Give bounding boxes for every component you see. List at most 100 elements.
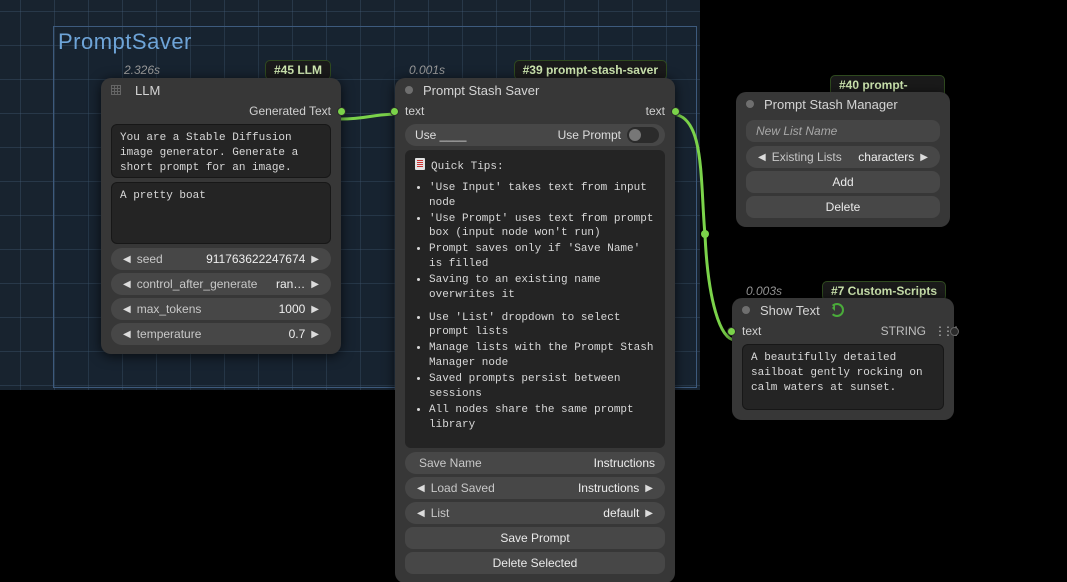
badge-stash-saver: #39 prompt-stash-saver — [514, 60, 667, 80]
chevron-right-icon[interactable]: ▶ — [305, 329, 321, 340]
tips-list-a: 'Use Input' takes text from input node '… — [415, 181, 655, 303]
toggle-left-label: Use ____ — [415, 128, 466, 142]
toggle-switch[interactable] — [627, 127, 659, 143]
toggle-knob-icon — [629, 129, 641, 141]
system-prompt-box[interactable]: You are a Stable Diffusion image generat… — [111, 124, 331, 178]
chevron-right-icon[interactable]: ▶ — [639, 483, 655, 494]
in-port-label: text — [405, 104, 424, 118]
widget-label: Load Saved — [427, 481, 578, 495]
node-header-llm[interactable]: LLM — [101, 78, 341, 102]
group-title[interactable]: PromptSaver — [58, 29, 192, 55]
chevron-right-icon[interactable]: ▶ — [639, 508, 655, 519]
node-header[interactable]: Prompt Stash Saver — [395, 78, 675, 102]
node-prompt-stash-saver[interactable]: Prompt Stash Saver text text Use ____ Us… — [395, 78, 675, 582]
node-status-dot-icon — [405, 86, 413, 94]
node-title: Prompt Stash Saver — [423, 83, 539, 98]
quick-tips-box: Quick Tips: 'Use Input' takes text from … — [405, 150, 665, 448]
toggle-right-label: Use Prompt — [558, 128, 621, 142]
widget-label: List — [427, 506, 604, 520]
widget-list[interactable]: ◀ List default ▶ — [405, 502, 665, 524]
widget-value: ran… — [276, 277, 305, 291]
badge-llm: #45 LLM — [265, 60, 331, 80]
tip-item: Prompt saves only if 'Save Name' is fill… — [429, 242, 655, 272]
port-dot-icon[interactable] — [671, 107, 680, 116]
chevron-left-icon[interactable]: ◀ — [756, 152, 768, 163]
node-prompt-stash-manager[interactable]: Prompt Stash Manager New List Name ◀ Exi… — [736, 92, 950, 227]
out-type-label: STRING — [881, 324, 926, 338]
user-prompt-box[interactable]: A pretty boat — [111, 182, 331, 244]
widget-max-tokens[interactable]: ◀ max_tokens 1000 ▶ — [111, 298, 331, 320]
port-row-show-text: text STRING ⋮⋮⋮ — [732, 322, 954, 340]
node-title: LLM — [135, 83, 160, 98]
toggle-use-input-prompt[interactable]: Use ____ Use Prompt — [405, 124, 665, 146]
add-button[interactable]: Add — [746, 171, 940, 193]
widget-value: default — [603, 506, 639, 520]
tip-item: 'Use Input' takes text from input node — [429, 181, 655, 211]
chevron-right-icon[interactable]: ▶ — [305, 279, 321, 290]
delete-selected-button[interactable]: Delete Selected — [405, 552, 665, 574]
widget-value: Instructions — [594, 456, 655, 470]
port-dot-icon[interactable] — [390, 107, 399, 116]
widget-label: temperature — [133, 327, 289, 341]
widget-control-after-generate[interactable]: ◀ control_after_generate ran… ▶ — [111, 273, 331, 295]
widget-label: control_after_generate — [133, 277, 276, 291]
tip-item: Saved prompts persist between sessions — [429, 372, 655, 402]
node-header[interactable]: Prompt Stash Manager — [736, 92, 950, 116]
chevron-left-icon[interactable]: ◀ — [121, 279, 133, 290]
chevron-left-icon[interactable]: ◀ — [121, 329, 133, 340]
widget-seed[interactable]: ◀ seed 911763622247674 ▶ — [111, 248, 331, 270]
port-row-stash-saver: text text — [395, 102, 675, 120]
node-show-text[interactable]: Show Text text STRING ⋮⋮⋮ A beautifully … — [732, 298, 954, 420]
chevron-right-icon[interactable]: ▶ — [914, 152, 930, 163]
widget-temperature[interactable]: ◀ temperature 0.7 ▶ — [111, 323, 331, 345]
widget-label: max_tokens — [133, 302, 279, 316]
out-port-label: text — [646, 104, 665, 118]
widget-existing-lists[interactable]: ◀ Existing Lists characters ▶ — [746, 146, 940, 168]
widget-label: seed — [133, 252, 206, 266]
port-dot-icon[interactable] — [337, 107, 346, 116]
widget-value: 911763622247674 — [206, 252, 305, 266]
node-status-dot-icon — [746, 100, 754, 108]
widget-value: 0.7 — [289, 327, 306, 341]
timing-show-text: 0.003s — [746, 284, 782, 298]
port-out-llm[interactable]: Generated Text — [101, 102, 341, 120]
doc-icon — [415, 158, 425, 170]
node-title: Show Text — [760, 303, 820, 318]
node-header[interactable]: Show Text — [732, 298, 954, 322]
widget-load-saved[interactable]: ◀ Load Saved Instructions ▶ — [405, 477, 665, 499]
tips-list-b: Use 'List' dropdown to select prompt lis… — [415, 311, 655, 433]
chevron-left-icon[interactable]: ◀ — [415, 508, 427, 519]
new-list-name-input[interactable]: New List Name — [746, 120, 940, 142]
tips-heading: Quick Tips: — [415, 158, 655, 175]
node-llm[interactable]: LLM Generated Text You are a Stable Diff… — [101, 78, 341, 354]
tip-item: Saving to an existing name overwrites it — [429, 273, 655, 303]
chevron-left-icon[interactable]: ◀ — [121, 254, 133, 265]
node-meta-llm: 2.326s #45 LLM — [124, 60, 331, 80]
widget-save-name[interactable]: Save Name Instructions — [405, 452, 665, 474]
chevron-left-icon[interactable]: ◀ — [415, 483, 427, 494]
widget-value: 1000 — [279, 302, 306, 316]
widget-label: Save Name — [415, 456, 482, 470]
tip-item: Use 'List' dropdown to select prompt lis… — [429, 311, 655, 341]
save-prompt-button[interactable]: Save Prompt — [405, 527, 665, 549]
port-dot-icon[interactable] — [727, 327, 736, 336]
node-meta-stash-saver: 0.001s #39 prompt-stash-saver — [409, 60, 667, 80]
chevron-right-icon[interactable]: ▶ — [305, 304, 321, 315]
refresh-icon[interactable] — [830, 303, 844, 317]
tip-item: All nodes share the same prompt library — [429, 403, 655, 433]
timing-stash-saver: 0.001s — [409, 63, 445, 77]
widget-label: Existing Lists — [768, 150, 859, 164]
tips-heading-text: Quick Tips: — [431, 161, 504, 173]
tip-item: 'Use Prompt' uses text from prompt box (… — [429, 212, 655, 242]
grip-icon: ⋮⋮⋮ — [934, 324, 944, 338]
show-text-content[interactable]: A beautifully detailed sailboat gently r… — [742, 344, 944, 410]
port-dot-icon[interactable] — [950, 327, 959, 336]
chevron-right-icon[interactable]: ▶ — [305, 254, 321, 265]
timing-llm: 2.326s — [124, 63, 160, 77]
port-label: Generated Text — [249, 104, 331, 118]
node-status-dot-icon — [742, 306, 750, 314]
chevron-left-icon[interactable]: ◀ — [121, 304, 133, 315]
delete-button[interactable]: Delete — [746, 196, 940, 218]
drag-handle-icon[interactable] — [111, 85, 121, 95]
widget-value: Instructions — [578, 481, 639, 495]
